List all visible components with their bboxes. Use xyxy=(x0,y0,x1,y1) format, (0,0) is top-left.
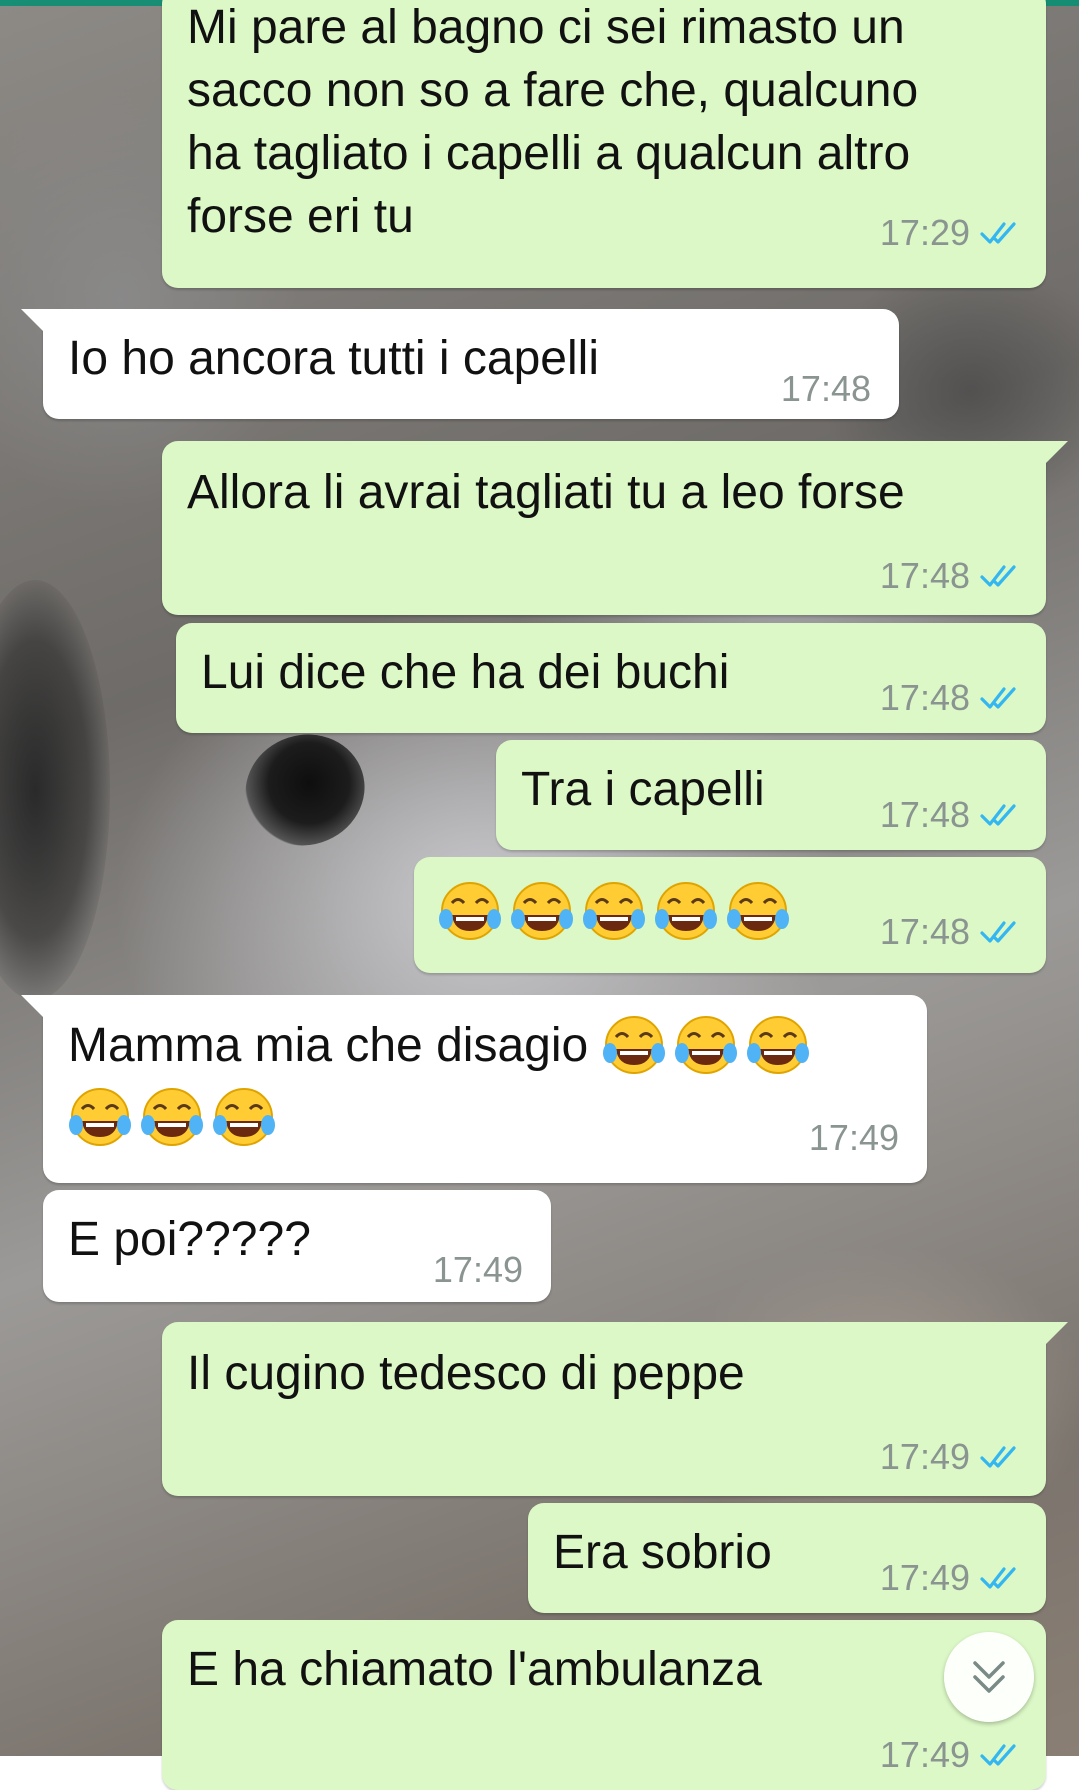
face-with-tears-of-joy-icon xyxy=(675,1016,738,1074)
message-text: E poi????? xyxy=(68,1213,311,1266)
message-text: Allora li avrai tagliati tu a leo forse xyxy=(187,466,905,519)
face-with-tears-of-joy-icon xyxy=(69,1088,131,1146)
message-bubble-outgoing[interactable]: Era sobrio 17:49 xyxy=(528,1503,1046,1613)
message-text: Mamma mia che disagio xyxy=(68,1018,589,1072)
message-meta: 17:49 xyxy=(880,1437,1024,1477)
message-line: Mamma mia che disagio xyxy=(68,1013,818,1077)
face-with-tears-of-joy-icon xyxy=(655,882,717,940)
wallpaper-shadow xyxy=(0,580,110,1000)
chevron-double-down-icon xyxy=(973,1661,1005,1693)
emoji-row xyxy=(68,1085,284,1149)
message-text: E ha chiamato l'ambulanza xyxy=(187,1643,762,1696)
message-meta: 17:48 xyxy=(781,369,871,409)
face-with-tears-of-joy-icon xyxy=(603,1016,666,1074)
face-with-tears-of-joy-icon xyxy=(439,882,501,940)
face-with-tears-of-joy-icon xyxy=(213,1088,275,1146)
face-with-tears-of-joy-icon xyxy=(583,882,645,940)
message-time: 17:49 xyxy=(432,1249,523,1290)
message-meta: 17:48 xyxy=(880,678,1024,718)
face-with-tears-of-joy-icon xyxy=(141,1088,203,1146)
message-text: Mi pare al bagno ci sei rimasto un sacco… xyxy=(187,1,919,243)
message-time: 17:29 xyxy=(879,212,970,253)
double-check-icon xyxy=(980,1567,1016,1589)
message-meta: 17:48 xyxy=(880,556,1024,596)
message-time: 17:49 xyxy=(879,1734,970,1775)
message-time: 17:48 xyxy=(879,677,970,718)
message-bubble-incoming[interactable]: Mamma mia che disagio 17:49 xyxy=(21,995,927,1183)
message-bubble-outgoing[interactable]: Allora li avrai tagliati tu a leo forse … xyxy=(162,441,1068,615)
double-check-icon xyxy=(980,804,1016,826)
message-bubble-outgoing[interactable]: 17:48 xyxy=(414,857,1046,973)
message-time: 17:48 xyxy=(879,911,970,952)
message-bubble-outgoing[interactable]: Il cugino tedesco di peppe 17:49 xyxy=(162,1322,1068,1496)
message-time: 17:49 xyxy=(879,1436,970,1477)
message-text: Tra i capelli xyxy=(521,763,765,816)
message-meta: 17:48 xyxy=(880,912,1024,952)
double-check-icon xyxy=(980,1446,1016,1468)
double-check-icon xyxy=(980,1744,1016,1766)
message-time: 17:48 xyxy=(780,368,871,409)
message-text: Il cugino tedesco di peppe xyxy=(187,1347,745,1400)
emoji-row xyxy=(438,879,798,943)
message-meta: 17:49 xyxy=(880,1558,1024,1598)
message-text: Era sobrio xyxy=(553,1526,772,1579)
face-with-tears-of-joy-icon xyxy=(727,882,789,940)
message-meta: 17:48 xyxy=(880,795,1024,835)
face-with-tears-of-joy-icon xyxy=(511,882,573,940)
double-check-icon xyxy=(980,921,1016,943)
message-meta: 17:49 xyxy=(880,1735,1024,1775)
message-meta: 17:29 xyxy=(880,213,1024,253)
message-text: Lui dice che ha dei buchi xyxy=(201,646,730,699)
double-check-icon xyxy=(980,222,1016,244)
message-time: 17:49 xyxy=(879,1557,970,1598)
message-bubble-outgoing[interactable]: Tra i capelli 17:48 xyxy=(496,740,1046,850)
message-time: 17:48 xyxy=(879,555,970,596)
message-meta: 17:49 xyxy=(809,1118,899,1158)
message-bubble-outgoing[interactable]: Lui dice che ha dei buchi 17:48 xyxy=(176,623,1046,733)
double-check-icon xyxy=(980,687,1016,709)
message-text: Io ho ancora tutti i capelli xyxy=(68,332,599,385)
scroll-to-bottom-button[interactable] xyxy=(944,1632,1034,1722)
face-with-tears-of-joy-icon xyxy=(747,1016,810,1074)
message-bubble-incoming[interactable]: Io ho ancora tutti i capelli 17:48 xyxy=(21,309,899,419)
double-check-icon xyxy=(980,565,1016,587)
message-time: 17:48 xyxy=(879,794,970,835)
message-bubble-outgoing[interactable]: E ha chiamato l'ambulanza 17:49 xyxy=(162,1620,1046,1790)
message-bubble-incoming[interactable]: E poi????? 17:49 xyxy=(43,1190,551,1302)
message-bubble-outgoing[interactable]: Mi pare al bagno ci sei rimasto un sacco… xyxy=(162,0,1046,288)
wallpaper-chinchilla-eye xyxy=(230,719,380,861)
message-time: 17:49 xyxy=(808,1117,899,1158)
message-meta: 17:49 xyxy=(433,1250,523,1290)
